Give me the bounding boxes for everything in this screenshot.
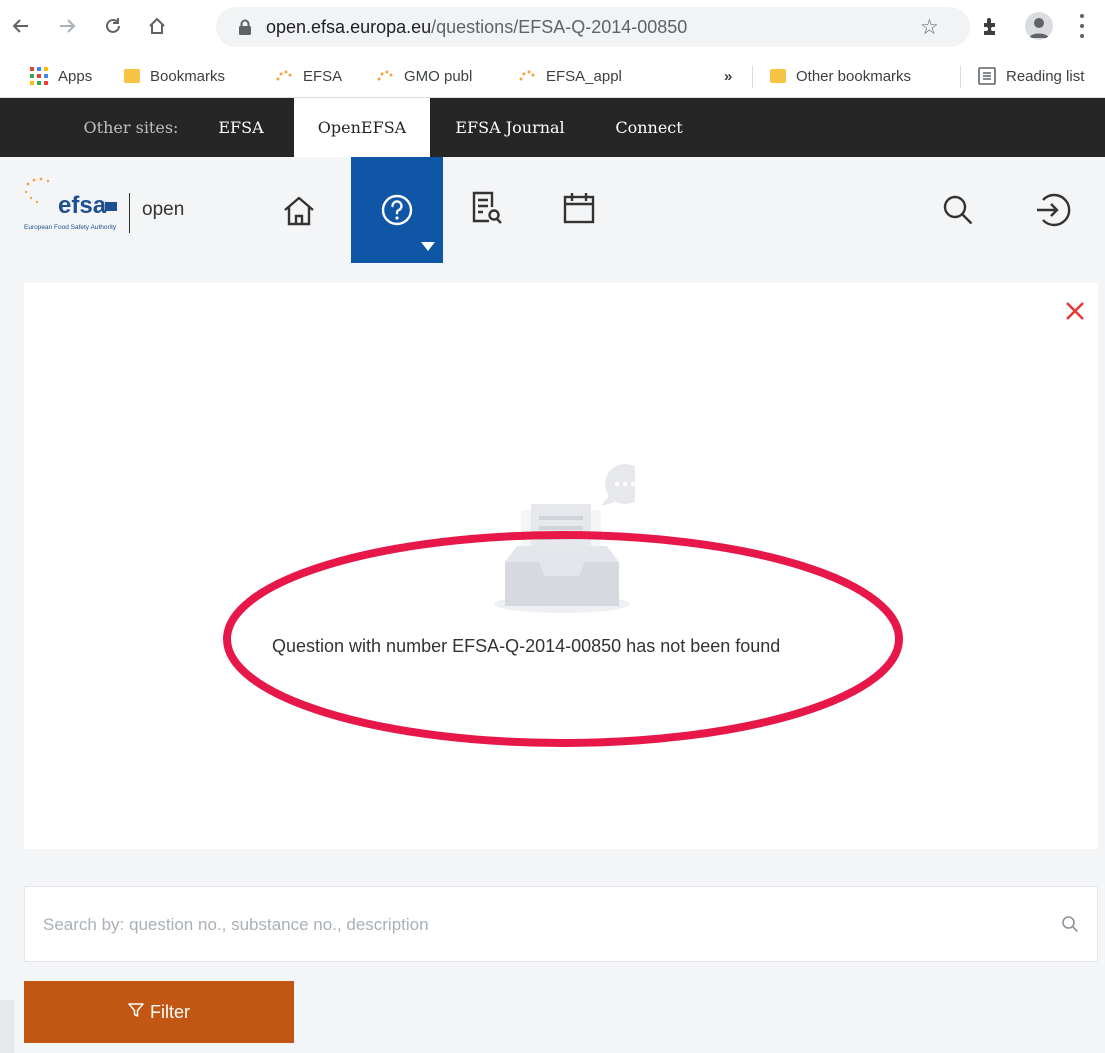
apps-grid-icon	[30, 67, 48, 85]
bookmark-label: Apps	[58, 67, 93, 85]
search-input[interactable]	[43, 907, 1023, 943]
document-search-icon[interactable]	[466, 188, 506, 228]
filter-icon	[128, 1002, 144, 1023]
calendar-icon[interactable]	[559, 188, 599, 228]
bookmarks-overflow-button[interactable]: »	[724, 54, 732, 98]
other-sites-label: Other sites:	[83, 118, 179, 137]
bookmark-bookmarks[interactable]: Bookmarks	[124, 54, 225, 98]
browser-toolbar: open.efsa.europa.eu/questions/EFSA-Q-201…	[0, 0, 1105, 54]
questions-nav-button[interactable]	[351, 157, 443, 263]
extensions-icon[interactable]	[980, 15, 1002, 42]
browser-menu-icon[interactable]	[1078, 12, 1086, 40]
search-icon[interactable]	[938, 190, 978, 230]
not-found-message: Question with number EFSA-Q-2014-00850 h…	[272, 636, 781, 656]
site-tab-openefsa[interactable]: OpenEFSA	[294, 98, 430, 157]
reload-icon[interactable]	[96, 9, 130, 43]
question-mark-icon	[377, 190, 417, 230]
bookmark-label: EFSA_appl	[546, 67, 622, 85]
folder-icon	[124, 69, 140, 83]
efsa-favicon-icon	[376, 69, 394, 83]
chevron-down-icon	[421, 241, 435, 251]
url-host: open.efsa.europa.eu	[266, 17, 432, 37]
bookmark-label: GMO publ	[404, 67, 473, 85]
address-bar[interactable]: open.efsa.europa.eu/questions/EFSA-Q-201…	[216, 7, 970, 47]
bookmark-efsa-appl[interactable]: EFSA_appl	[518, 54, 622, 98]
bookmark-gmo-publ[interactable]: GMO publ	[376, 54, 472, 98]
logo-open-label: open	[142, 199, 185, 220]
efsa-favicon-icon	[518, 69, 536, 83]
bookmark-other-bookmarks[interactable]: Other bookmarks	[770, 54, 911, 98]
login-icon[interactable]	[1030, 188, 1074, 232]
site-tab-efsa[interactable]: EFSA	[206, 98, 276, 157]
forward-icon[interactable]	[50, 9, 84, 43]
bookmark-label: Bookmarks	[150, 67, 226, 85]
url-text: open.efsa.europa.eu/questions/EFSA-Q-201…	[266, 17, 687, 38]
efsa-favicon-icon	[275, 69, 293, 83]
site-tab-connect[interactable]: Connect	[596, 98, 702, 157]
home-browser-icon[interactable]	[140, 9, 174, 43]
bookmark-efsa[interactable]: EFSA	[275, 54, 342, 98]
bookmark-divider	[960, 66, 961, 88]
bookmark-divider	[752, 66, 753, 88]
filter-label: Filter	[150, 1001, 190, 1022]
reading-list-button[interactable]: Reading list	[978, 54, 1084, 98]
reading-list-icon	[978, 67, 996, 85]
bookmark-label: Reading list	[1006, 67, 1085, 85]
bookmark-apps[interactable]: Apps	[30, 54, 92, 98]
sidebar-edge	[0, 1000, 14, 1053]
logo-divider	[129, 193, 130, 233]
efsa-logo[interactable]: efsa European Food Safety Authority	[22, 176, 126, 239]
search-input-icon[interactable]	[1061, 915, 1079, 938]
home-icon[interactable]	[278, 190, 320, 232]
logo-text: efsa	[58, 192, 107, 219]
search-box	[24, 886, 1098, 962]
close-icon[interactable]	[1062, 298, 1088, 324]
folder-icon	[770, 69, 786, 83]
logo-subtext: European Food Safety Authority	[24, 224, 117, 231]
bookmark-label: EFSA	[303, 67, 343, 85]
site-tab-efsa-journal[interactable]: EFSA Journal	[440, 98, 580, 157]
profile-avatar-icon[interactable]	[1025, 12, 1053, 40]
bookmark-label: Other bookmarks	[796, 67, 912, 85]
filter-button[interactable]: Filter	[24, 981, 294, 1043]
bookmark-star-icon[interactable]: ☆	[920, 15, 939, 40]
url-path: /questions/EFSA-Q-2014-00850	[431, 17, 688, 37]
back-icon[interactable]	[4, 9, 38, 43]
lock-icon	[238, 19, 252, 40]
